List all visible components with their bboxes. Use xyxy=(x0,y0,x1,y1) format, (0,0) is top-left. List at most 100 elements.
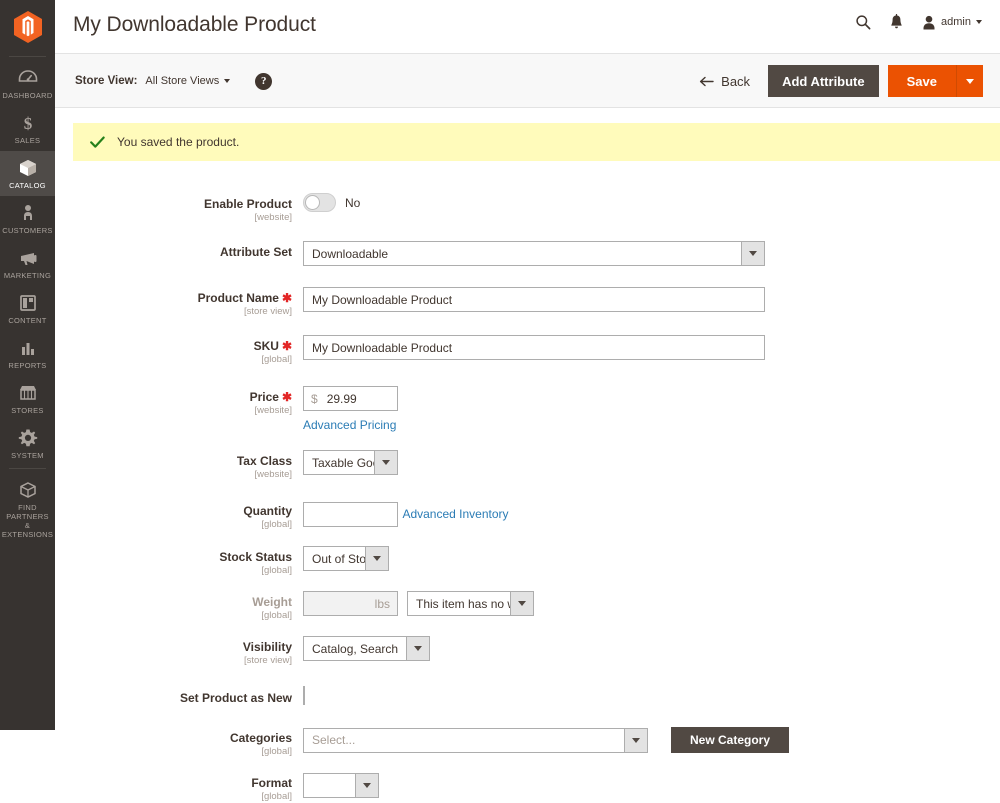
admin-user-menu[interactable]: admin xyxy=(922,15,982,30)
page-toolbar: Store View: All Store Views ? Back Add A… xyxy=(55,54,1000,108)
attribute-set-select[interactable]: Downloadable xyxy=(303,241,765,266)
visibility-select[interactable]: Catalog, Search xyxy=(303,636,430,661)
stock-status-select[interactable]: Out of Stock xyxy=(303,546,389,571)
gear-icon xyxy=(17,428,39,448)
stock-status-label: Stock Status xyxy=(55,550,292,564)
categories-select[interactable]: Select... xyxy=(303,728,648,753)
store-view-label: Store View: xyxy=(75,75,137,87)
sidebar-item-label: CUSTOMERS xyxy=(2,226,52,235)
field-sku: SKU✱ [global] xyxy=(55,335,1000,366)
question-mark-icon[interactable]: ? xyxy=(255,73,272,90)
sidebar-item-label: REPORTS xyxy=(8,361,46,370)
attribute-set-value: Downloadable xyxy=(304,247,741,261)
user-avatar-icon xyxy=(922,15,936,30)
price-input-wrapper: $ xyxy=(303,386,398,411)
sidebar-item-stores[interactable]: STORES xyxy=(0,376,55,421)
field-label-col: Tax Class [website] xyxy=(55,450,303,481)
sidebar-item-catalog[interactable]: CATALOG xyxy=(0,151,55,196)
field-label-col: Categories [global] xyxy=(55,727,303,758)
success-message-text: You saved the product. xyxy=(117,135,239,149)
check-icon xyxy=(90,136,105,149)
field-ctrl-col: No xyxy=(303,193,1000,212)
sidebar-item-marketing[interactable]: MARKETING xyxy=(0,241,55,286)
chevron-down-icon xyxy=(406,637,429,660)
price-label: Price✱ xyxy=(55,390,292,404)
price-input[interactable] xyxy=(325,391,390,407)
weight-type-select[interactable]: This item has no weight xyxy=(407,591,534,616)
magento-logo[interactable] xyxy=(0,0,55,54)
store-view-dropdown[interactable]: All Store Views xyxy=(145,75,230,87)
search-icon[interactable] xyxy=(855,14,871,30)
sidebar-item-label: MARKETING xyxy=(4,271,51,280)
sku-input[interactable] xyxy=(303,335,765,360)
add-attribute-button[interactable]: Add Attribute xyxy=(768,65,879,97)
admin-sidebar: DASHBOARD $ SALES CATALOG CUSTOMERS xyxy=(0,0,55,730)
weight-input: lbs xyxy=(303,591,398,616)
header-tools: admin xyxy=(855,14,982,30)
bell-icon[interactable] xyxy=(889,14,904,30)
bar-chart-icon xyxy=(17,338,39,358)
field-ctrl-col: Taxable Goods xyxy=(303,450,1000,475)
main-content-area: My Downloadable Product xyxy=(55,0,1000,730)
back-button[interactable]: Back xyxy=(699,74,750,89)
categories-label: Categories xyxy=(55,731,292,745)
chevron-down-icon xyxy=(741,242,764,265)
advanced-inventory-link[interactable]: Advanced Inventory xyxy=(402,507,508,521)
save-split-button: Save xyxy=(888,65,983,97)
store-view-switcher: Store View: All Store Views ? xyxy=(75,54,272,108)
chevron-down-icon xyxy=(355,774,378,797)
product-name-input[interactable] xyxy=(303,287,765,312)
chevron-down-icon xyxy=(624,729,647,752)
field-label-col: Set Product as New xyxy=(55,687,303,705)
price-currency-symbol: $ xyxy=(311,392,318,406)
format-select[interactable] xyxy=(303,773,379,798)
sidebar-item-sales[interactable]: $ SALES xyxy=(0,106,55,151)
new-category-button[interactable]: New Category xyxy=(671,727,789,753)
product-name-label: Product Name✱ xyxy=(55,291,292,305)
field-format: Format [global] xyxy=(55,772,1000,803)
field-ctrl-col xyxy=(303,687,1000,705)
magento-logo-icon xyxy=(13,11,43,43)
tax-class-select[interactable]: Taxable Goods xyxy=(303,450,398,475)
visibility-value: Catalog, Search xyxy=(304,642,406,656)
categories-scope: [global] xyxy=(55,746,292,758)
sidebar-item-label: SYSTEM xyxy=(11,451,44,460)
field-ctrl-col: Out of Stock xyxy=(303,546,1000,571)
advanced-pricing-link[interactable]: Advanced Pricing xyxy=(303,418,396,432)
weight-scope: [global] xyxy=(55,610,292,622)
sidebar-item-customers[interactable]: CUSTOMERS xyxy=(0,196,55,241)
quantity-scope: [global] xyxy=(55,519,292,531)
field-label-col: SKU✱ [global] xyxy=(55,335,303,366)
quantity-input[interactable] xyxy=(303,502,398,527)
sku-scope: [global] xyxy=(55,354,292,366)
sidebar-divider-top xyxy=(9,56,46,57)
chevron-down-icon xyxy=(966,79,974,84)
sidebar-item-find-partners[interactable]: FIND PARTNERS & EXTENSIONS xyxy=(0,473,55,545)
sidebar-item-label: DASHBOARD xyxy=(2,91,52,100)
sidebar-item-reports[interactable]: REPORTS xyxy=(0,331,55,376)
save-button[interactable]: Save xyxy=(888,65,956,97)
field-ctrl-col: Downloadable xyxy=(303,241,1000,266)
person-icon xyxy=(17,203,39,223)
stock-status-value: Out of Stock xyxy=(304,552,365,566)
field-ctrl-col: lbs This item has no weight xyxy=(303,591,1000,616)
page-header: My Downloadable Product xyxy=(55,0,1000,54)
field-enable-product: Enable Product [website] No xyxy=(55,193,1000,224)
box-icon xyxy=(17,158,39,178)
field-label-col: Attribute Set xyxy=(55,241,303,259)
field-quantity: Quantity [global] Advanced Inventory xyxy=(55,500,1000,531)
set-product-as-new-checkbox[interactable] xyxy=(303,686,305,705)
field-label-col: Format [global] xyxy=(55,772,303,803)
storefront-icon xyxy=(17,383,39,403)
success-message: You saved the product. xyxy=(73,123,1000,161)
field-ctrl-col xyxy=(303,772,1000,798)
sidebar-item-dashboard[interactable]: DASHBOARD xyxy=(0,61,55,106)
toggle-knob xyxy=(305,195,320,210)
enable-product-toggle[interactable] xyxy=(303,193,336,212)
svg-text:$: $ xyxy=(23,114,32,133)
sidebar-item-label: CATALOG xyxy=(9,181,46,190)
sidebar-item-system[interactable]: SYSTEM xyxy=(0,421,55,466)
save-dropdown-toggle[interactable] xyxy=(956,65,983,97)
field-visibility: Visibility [store view] Catalog, Search xyxy=(55,636,1000,667)
sidebar-item-content[interactable]: CONTENT xyxy=(0,286,55,331)
